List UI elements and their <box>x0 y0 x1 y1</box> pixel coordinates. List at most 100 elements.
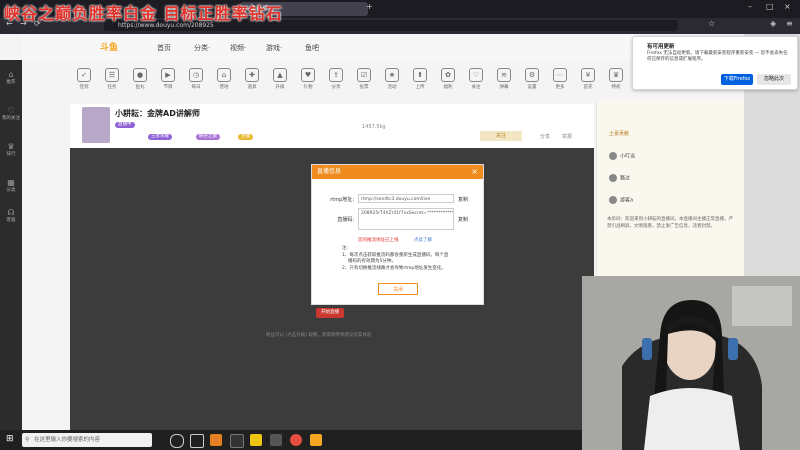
tool-item[interactable]: ★ 活动 <box>378 68 406 90</box>
game-tag[interactable]: 王者荣耀 <box>148 134 172 140</box>
room-notice: 本房间：欢迎来到小耕耘的直播间，本直播间主播正常直播，严禁引战刷屏，文明观看，禁… <box>607 217 733 229</box>
chat-user: 游客a <box>620 197 634 204</box>
close-window-icon[interactable]: × <box>784 2 791 11</box>
share-button[interactable]: 分享 <box>540 133 550 140</box>
app-icon-1[interactable] <box>210 434 222 446</box>
tool-item[interactable]: ▶ 节目 <box>154 68 182 90</box>
dismiss-button[interactable]: 忽略此次 <box>757 74 791 85</box>
dialog-title: 直播信息 <box>317 168 342 175</box>
tool-label: 营地 <box>219 85 229 90</box>
tool-item[interactable]: ☑ 投票 <box>350 68 378 90</box>
nav-video[interactable]: 视频· <box>230 43 246 53</box>
tool-label: 设置 <box>527 85 537 90</box>
follow-button[interactable]: 关注 <box>480 131 522 141</box>
shield-icon[interactable]: ◈ <box>770 19 776 28</box>
tool-icon: ♛ <box>609 68 623 82</box>
sidebar-item-label: 分类 <box>6 188 16 193</box>
sidebar-item-category[interactable]: ▦ 分类 <box>0 178 22 193</box>
sidebar-item-label: 我的关注 <box>2 116 20 121</box>
app-icon-2[interactable] <box>230 434 244 448</box>
update-notification: 有可用更新 Firefox 无法自动更新。请下载最新安装程序重新安装 — 您不会… <box>632 36 798 90</box>
tool-item[interactable]: ⋯ 更多 <box>546 68 574 90</box>
download-button[interactable]: 下载Firefox <box>721 74 753 85</box>
list-item[interactable]: 小叮当 <box>609 152 635 160</box>
tool-label: 礼物 <box>303 85 313 90</box>
report-button[interactable]: 举报 <box>562 133 572 140</box>
minimize-icon[interactable]: – <box>748 2 752 11</box>
tool-icon: ⚙ <box>525 68 539 82</box>
chat-tab[interactable]: 土豪贡献 <box>609 130 629 137</box>
sidebar-item-rank[interactable]: ♛ 排行 <box>0 142 22 157</box>
tool-item[interactable]: ♛ 特权 <box>602 68 630 90</box>
task-view-icon[interactable] <box>190 434 204 448</box>
tool-item[interactable]: ▲ 升级 <box>266 68 294 90</box>
start-live-button[interactable]: 开始直播 <box>316 308 344 318</box>
sidebar-item-follow[interactable]: ♡ 我的关注 <box>0 106 22 121</box>
bookmark-icon[interactable]: ☆ <box>708 19 715 28</box>
tool-item[interactable]: ◷ 每日 <box>182 68 210 90</box>
site-logo[interactable]: 斗鱼 <box>100 40 118 53</box>
nav-yuba[interactable]: 鱼吧 <box>305 43 319 53</box>
app-icon-3[interactable] <box>250 434 262 446</box>
webcam-feed <box>582 276 800 450</box>
host-tag[interactable]: 主播 <box>238 134 253 140</box>
tool-label: 签到 <box>79 85 89 90</box>
tool-item[interactable]: ¥ 首充 <box>574 68 602 90</box>
avatar[interactable] <box>82 107 110 143</box>
site-header: 斗鱼 首页 分类· 视频· 游戏· 鱼吧 <box>22 34 634 60</box>
tool-icon: ⇪ <box>329 68 343 82</box>
learn-more-link[interactable]: 点此了解 <box>414 237 432 243</box>
tool-item[interactable]: ⚙ 设置 <box>518 68 546 90</box>
nav-games[interactable]: 游戏· <box>266 43 282 53</box>
app-icon-4[interactable] <box>270 434 282 446</box>
tool-label: 活动 <box>387 85 397 90</box>
tool-label: 鱼丸 <box>135 85 145 90</box>
douyu-app-icon[interactable] <box>310 434 322 446</box>
tool-item[interactable]: ✚ 道具 <box>238 68 266 90</box>
copy-code-button[interactable]: 复制 <box>458 216 468 223</box>
note-1b: 播码的有效期为5分钟。 <box>348 259 396 264</box>
stream-code-field[interactable]: 208925rT4hZr41f7xxSecret=************** <box>358 208 454 230</box>
sidebar-item-recommend[interactable]: ⌂ 推荐 <box>0 70 22 85</box>
list-item[interactable]: 游客a <box>609 196 633 204</box>
dialog-close-button[interactable]: 关闭 <box>378 283 418 295</box>
tool-item[interactable]: ⇪ 分享 <box>322 68 350 90</box>
tool-label: 上传 <box>415 85 425 90</box>
tool-label: 关注 <box>471 85 481 90</box>
tool-item[interactable]: ● 鱼丸 <box>126 68 154 90</box>
tool-label: 首充 <box>583 85 593 90</box>
tool-item[interactable]: ♡ 关注 <box>462 68 490 90</box>
menu-icon[interactable]: ≡ <box>786 19 793 28</box>
tool-item[interactable]: ⬆ 上传 <box>406 68 434 90</box>
area-tag[interactable]: 峡谷之巅 <box>196 134 220 140</box>
tool-item[interactable]: ≋ 弹幕 <box>490 68 518 90</box>
tool-item[interactable]: ☰ 任务 <box>98 68 126 90</box>
taskbar-search-input[interactable]: 在这里输入你要搜索的内容 <box>22 433 152 447</box>
sidebar-item-service[interactable]: ☊ 客服 <box>0 208 22 223</box>
nav-home[interactable]: 首页 <box>157 43 171 53</box>
tool-item[interactable]: ✿ 福利 <box>434 68 462 90</box>
list-item[interactable]: 路过 <box>609 174 630 182</box>
copy-rtmp-button[interactable]: 复制 <box>458 196 468 203</box>
windows-start-icon[interactable]: ⊞ <box>6 434 14 444</box>
live-tag: 直播中 <box>115 122 135 128</box>
maximize-icon[interactable]: □ <box>766 2 774 11</box>
note-head: 注: <box>342 246 349 251</box>
avatar <box>609 152 617 160</box>
nav-category[interactable]: 分类· <box>194 43 210 53</box>
stream-code-label: 直播码: <box>337 217 354 223</box>
cortana-icon[interactable] <box>170 434 184 448</box>
taskbar: ⊞ 在这里输入你要搜索的内容 ⚲ <box>0 430 582 450</box>
rtmp-field[interactable]: rtmp://sendtc3.douyu.com/live <box>358 194 454 203</box>
player-hint-text: 粉丝可以 (点击升级) 观看，获得钱帝将建议答案体验 <box>266 333 372 338</box>
new-tab-icon[interactable]: + <box>366 2 373 11</box>
home-icon: ⌂ <box>8 70 14 79</box>
close-icon[interactable]: × <box>471 165 478 179</box>
notification-title: 有可用更新 <box>647 44 675 50</box>
tool-label: 任务 <box>107 85 117 90</box>
firefox-icon[interactable] <box>290 434 302 446</box>
tool-item[interactable]: ♥ 礼物 <box>294 68 322 90</box>
tool-label: 节目 <box>163 85 173 90</box>
tool-item[interactable]: ✓ 签到 <box>70 68 98 90</box>
tool-item[interactable]: ⌂ 营地 <box>210 68 238 90</box>
